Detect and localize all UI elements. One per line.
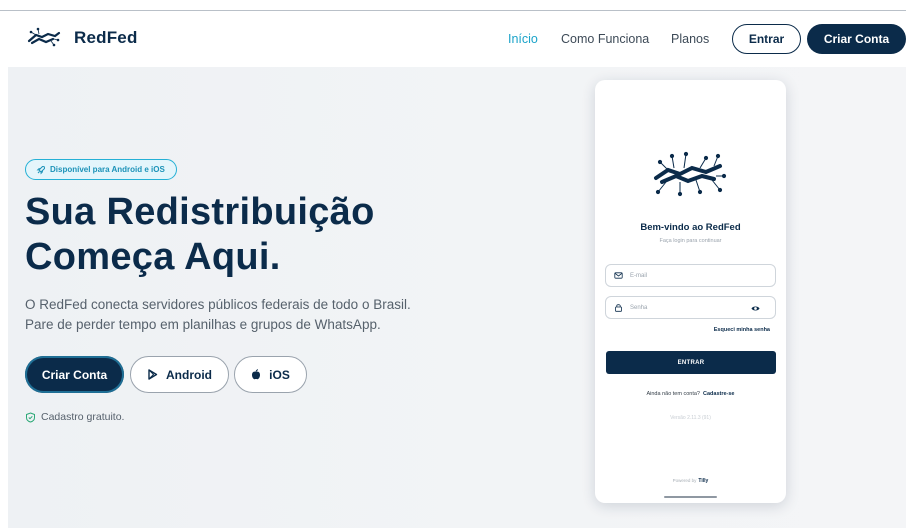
phone-mockup: Bem-vindo ao RedFed Faça login para cont…	[595, 80, 786, 503]
shield-check-icon	[26, 411, 35, 423]
brand-name: RedFed	[74, 28, 138, 47]
hero-description-line-1: O RedFed conecta servidores públicos fed…	[25, 297, 411, 312]
phone-signup-link[interactable]: Cadastre-se	[703, 391, 735, 397]
free-signup-note: Cadastro gratuito.	[25, 411, 124, 423]
powered-by-label: Powered by	[672, 478, 697, 483]
mail-icon	[614, 272, 623, 279]
hero-signup-button[interactable]: Criar Conta	[25, 356, 124, 393]
password-placeholder: Senha	[630, 304, 648, 311]
apple-icon	[252, 369, 261, 380]
login-subtitle: Faça login para continuar	[659, 238, 722, 244]
ios-download-button[interactable]: iOS	[234, 356, 307, 393]
site-header: RedFed Início Como Funciona Planos Entra…	[0, 11, 906, 67]
powered-by: Powered by Tilly	[595, 478, 786, 484]
email-field[interactable]: E-mail	[605, 264, 776, 287]
brand-logo[interactable]: RedFed	[27, 25, 138, 51]
eye-icon[interactable]	[751, 304, 760, 313]
hero-description-line-2: Pare de perder tempo em planilhas e grup…	[25, 317, 381, 332]
hero-headline: Sua Redistribuição Começa Aqui.	[25, 190, 375, 280]
login-welcome-title: Bem-vindo ao RedFed	[640, 222, 741, 233]
handshake-circuit-logo-icon	[27, 27, 61, 47]
app-version: Versão 2.11.3 (91)	[670, 415, 711, 421]
hero-description: O RedFed conecta servidores públicos fed…	[25, 295, 411, 335]
lock-icon	[615, 304, 622, 312]
android-download-button[interactable]: Android	[130, 356, 229, 393]
forgot-password-link[interactable]: Esqueci minha senha	[714, 327, 770, 333]
android-download-label: Android	[166, 367, 212, 382]
no-account-text: Ainda não tem conta?	[646, 391, 700, 397]
ios-download-label: iOS	[269, 367, 290, 382]
powered-by-brand: Tilly	[698, 478, 709, 484]
hero-headline-line-2: Começa Aqui.	[25, 236, 281, 278]
nav-link-planos[interactable]: Planos	[671, 32, 709, 46]
nav-link-inicio[interactable]: Início	[508, 32, 538, 46]
signup-prompt: Ainda não tem conta? Cadastre-se	[595, 391, 786, 397]
handshake-circuit-logo-icon	[654, 151, 727, 197]
signup-button[interactable]: Criar Conta	[807, 24, 906, 54]
free-signup-label: Cadastro gratuito.	[41, 411, 125, 423]
email-placeholder: E-mail	[630, 272, 648, 279]
rocket-icon	[36, 165, 45, 174]
nav-link-como-funciona[interactable]: Como Funciona	[561, 32, 649, 46]
phone-login-button[interactable]: ENTRAR	[606, 351, 776, 374]
phone-home-indicator	[664, 496, 717, 498]
hero-headline-line-1: Sua Redistribuição	[25, 191, 375, 233]
login-button[interactable]: Entrar	[732, 24, 801, 54]
availability-badge-label: Disponível para Android e iOS	[50, 165, 165, 174]
password-field[interactable]: Senha	[605, 296, 776, 319]
availability-badge: Disponível para Android e iOS	[25, 159, 177, 180]
google-play-icon	[148, 369, 158, 380]
